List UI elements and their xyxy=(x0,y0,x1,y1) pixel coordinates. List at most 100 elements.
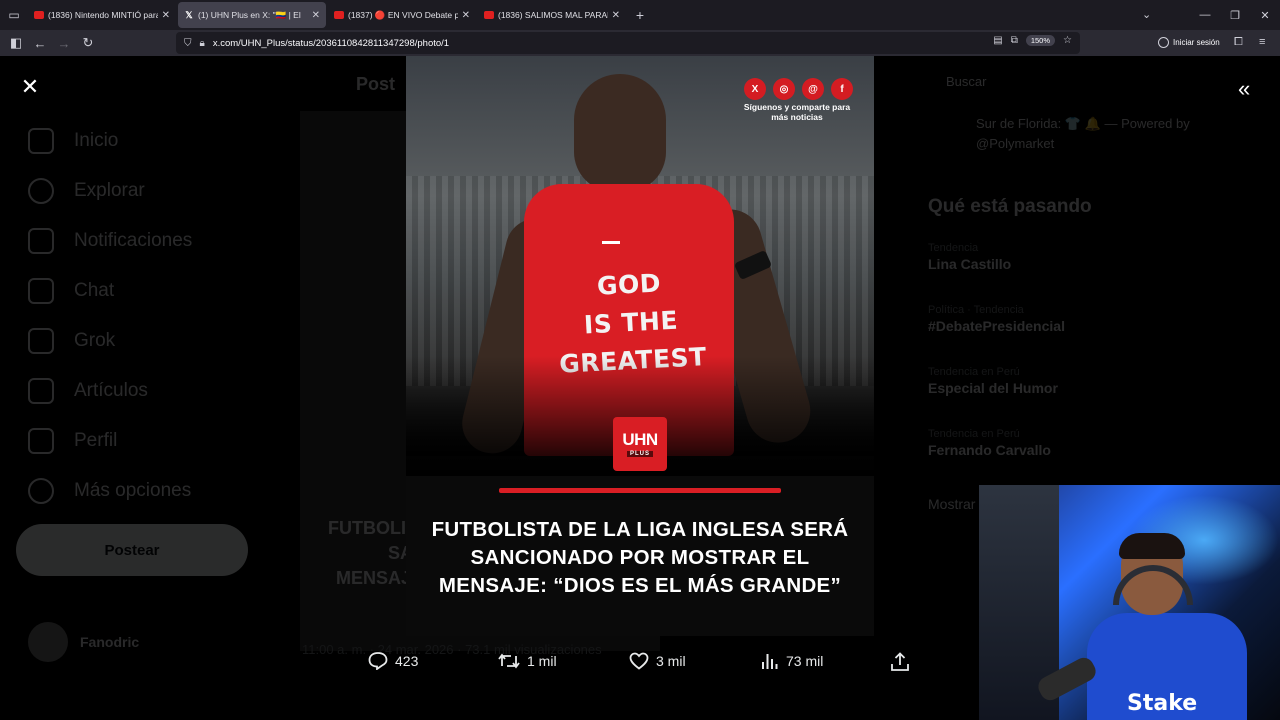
address-bar[interactable]: ⛉ 🔒︎ x.com/UHN_Plus/status/2036110842811… xyxy=(176,32,1080,54)
youtube-icon xyxy=(34,11,44,19)
sidebar-item-label: Explorar xyxy=(74,180,145,201)
chevron-down-icon[interactable]: ⌄ xyxy=(1142,8,1151,21)
repost-button[interactable]: 1 mil xyxy=(498,652,557,670)
star-icon[interactable]: ☆ xyxy=(1063,35,1072,46)
tab-debate[interactable]: (1837) 🔴 EN VIVO Debate pres ✕ xyxy=(328,2,476,28)
views-button[interactable]: 73 mil xyxy=(761,652,823,670)
back-icon[interactable]: ← xyxy=(28,36,52,51)
x-icon: 𝕏 xyxy=(185,10,193,20)
sidebar-item-label: Más opciones xyxy=(74,480,192,501)
action-bar: 423 1 mil 3 mil 73 mil xyxy=(368,652,914,676)
share-button[interactable] xyxy=(890,652,917,672)
jersey-sponsor: Stake xyxy=(1127,691,1198,716)
sidebar-item-label: Perfil xyxy=(74,430,118,451)
sidebar-item-chat[interactable]: Chat xyxy=(28,278,114,304)
menu-icon[interactable]: ≡ xyxy=(1259,36,1265,48)
close-tab-icon[interactable]: ✕ xyxy=(462,10,470,21)
tab-title: (1836) Nintendo MINTIÓ para h xyxy=(48,10,158,20)
sidebar-toggle-icon[interactable]: ◧ xyxy=(4,35,28,51)
tab-title: (1837) 🔴 EN VIVO Debate pres xyxy=(348,9,458,20)
sidebar-item-perfil[interactable]: Perfil xyxy=(28,428,117,454)
reader-view-icon[interactable]: ▤ xyxy=(993,35,1002,46)
bell-icon xyxy=(28,228,54,254)
trend-name: #DebatePresidencial xyxy=(928,318,1065,334)
trend-item[interactable]: Tendencia en Perú Especial del Humor xyxy=(928,366,1058,396)
photo-headline: FUTBOLISTA DE LA LIGA INGLESA SERÁ SANCI… xyxy=(431,518,849,597)
instagram-icon: ◎ xyxy=(773,78,795,100)
sidebar-item-mas-opciones[interactable]: Más opciones xyxy=(28,478,191,504)
sidebar-item-explorar[interactable]: Explorar xyxy=(28,178,145,204)
repost-icon xyxy=(498,653,520,669)
minimize-icon[interactable]: — xyxy=(1190,9,1220,21)
avatar xyxy=(28,622,68,662)
sidebar-item-inicio[interactable]: Inicio xyxy=(28,128,118,154)
post-photo: GOD IS THE GREATEST X ◎ @ f Síguenos y c… xyxy=(406,56,874,636)
streamer-hair xyxy=(1119,533,1185,559)
views-count: 73 mil xyxy=(786,653,824,669)
heart-icon xyxy=(629,652,649,670)
like-count: 3 mil xyxy=(656,653,686,669)
collapse-panel-icon[interactable]: « xyxy=(1238,76,1250,102)
trend-category: Tendencia en Perú xyxy=(928,366,1020,378)
threads-icon: @ xyxy=(802,78,824,100)
reply-button[interactable]: 423 xyxy=(368,652,418,670)
tab-uhn-plus[interactable]: 𝕏 (1) UHN Plus en X: "🇨🇴 | El ✕ xyxy=(178,2,326,28)
shield-icon[interactable]: ⛉ xyxy=(184,38,192,49)
restore-icon[interactable]: ❐ xyxy=(1220,9,1250,22)
window-controls: — ❐ ✕ xyxy=(1190,0,1280,30)
logo-subtext: PLUS xyxy=(626,451,653,457)
divider xyxy=(499,488,781,493)
sign-in-button[interactable]: Iniciar sesión xyxy=(1158,37,1220,48)
sidebar-item-articulos[interactable]: Artículos xyxy=(28,378,148,404)
close-icon[interactable]: ✕ xyxy=(18,76,42,100)
trend-name: Especial del Humor xyxy=(928,380,1058,396)
grok-icon xyxy=(28,328,54,354)
youtube-icon xyxy=(334,11,344,19)
article-icon xyxy=(28,378,54,404)
tab-title: (1) UHN Plus en X: "🇨🇴 | El xyxy=(198,9,301,20)
search-icon xyxy=(28,178,54,204)
search-input[interactable]: Buscar xyxy=(946,74,986,89)
reload-icon[interactable]: ↻ xyxy=(76,35,100,51)
mail-icon xyxy=(28,278,54,304)
profile-switcher[interactable]: Fanodric xyxy=(28,622,139,662)
sign-in-label: Iniciar sesión xyxy=(1173,38,1220,47)
new-tab-button[interactable]: + xyxy=(628,7,652,23)
sidebar-item-label: Chat xyxy=(74,280,115,301)
trend-item[interactable]: Tendencia en Perú Fernando Carvallo xyxy=(928,428,1051,458)
sidebar-item-label: Grok xyxy=(74,330,116,351)
tab-title: (1836) SALIMOS MAL PARADOS xyxy=(498,10,608,20)
trend-item[interactable]: Política · Tendencia #DebatePresidencial xyxy=(928,304,1065,334)
lock-icon[interactable]: 🔒︎ xyxy=(200,38,205,49)
youtube-icon xyxy=(484,11,494,19)
close-tab-icon[interactable]: ✕ xyxy=(612,10,620,21)
sidebar-item-notificaciones[interactable]: Notificaciones xyxy=(28,228,192,254)
user-icon xyxy=(28,428,54,454)
forward-icon[interactable]: → xyxy=(52,36,76,51)
sidebar-item-label: Artículos xyxy=(74,380,148,401)
close-tab-icon[interactable]: ✕ xyxy=(312,10,320,21)
tab-salimos[interactable]: (1836) SALIMOS MAL PARADOS ✕ xyxy=(478,2,626,28)
close-tab-icon[interactable]: ✕ xyxy=(162,10,170,21)
like-button[interactable]: 3 mil xyxy=(629,652,686,670)
webcam-overlay: Stake xyxy=(979,485,1280,720)
player-head xyxy=(574,74,666,192)
show-more-link[interactable]: Mostrar xyxy=(928,496,975,512)
url-text[interactable]: x.com/UHN_Plus/status/203611084281134729… xyxy=(213,38,449,49)
extensions-icon[interactable]: ⧠ xyxy=(1234,36,1243,49)
post-header: Post xyxy=(356,74,396,94)
trend-item[interactable]: Tendencia Lina Castillo xyxy=(928,242,1011,272)
post-button[interactable]: Postear xyxy=(16,524,248,576)
sidebar-item-label: Notificaciones xyxy=(74,230,193,251)
home-icon xyxy=(28,128,54,154)
close-window-icon[interactable]: ✕ xyxy=(1250,9,1280,22)
trend-name: Lina Castillo xyxy=(928,256,1012,272)
picture-in-picture-icon[interactable]: ⧉ xyxy=(1011,35,1018,46)
tab-nintendo[interactable]: (1836) Nintendo MINTIÓ para h ✕ xyxy=(28,2,176,28)
social-note: Síguenos y comparte para más noticias xyxy=(743,102,851,122)
sidebar-item-grok[interactable]: Grok xyxy=(28,328,115,354)
share-icon xyxy=(891,652,909,671)
zoom-level[interactable]: 150% xyxy=(1025,35,1056,46)
trend-category: Tendencia xyxy=(928,242,979,254)
tab-list-icon[interactable]: ▭ xyxy=(0,0,28,30)
